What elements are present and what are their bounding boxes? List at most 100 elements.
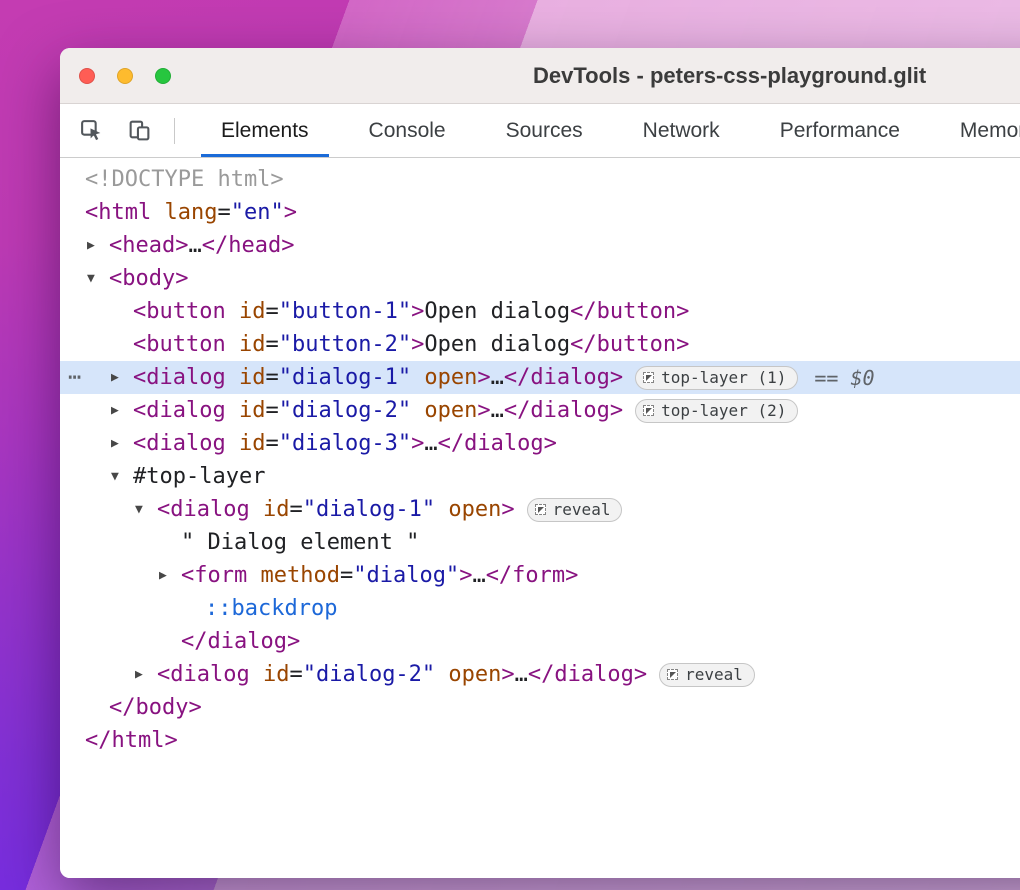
code-token <box>435 497 448 522</box>
dom-tree-row[interactable]: </html> <box>60 724 1020 757</box>
top-layer-badge[interactable]: top-layer (1) <box>635 366 798 390</box>
expanded-arrow-icon[interactable]: ▼ <box>135 502 157 517</box>
code-token: </html> <box>85 728 178 753</box>
reveal-badge[interactable]: reveal <box>527 498 623 522</box>
close-button[interactable] <box>79 68 95 84</box>
code-token: </dialog> <box>504 365 623 390</box>
dom-tree-row[interactable]: ▶<head>…</head> <box>60 229 1020 262</box>
code-token: > <box>411 299 424 324</box>
code-token: </button> <box>570 332 689 357</box>
code-token: > <box>501 662 514 687</box>
devtools-window: DevTools - peters-css-playground.glit El… <box>60 48 1020 878</box>
device-toolbar-icon <box>127 118 152 143</box>
toggle-device-toolbar-button[interactable] <box>122 114 156 148</box>
reveal-badge[interactable]: reveal <box>659 663 755 687</box>
code-token: "dialog" <box>353 563 459 588</box>
dom-tree-row[interactable]: </body> <box>60 691 1020 724</box>
zoom-button[interactable] <box>155 68 171 84</box>
code-token: <dialog <box>133 398 226 423</box>
code-token: > <box>284 200 297 225</box>
code-token: = <box>265 299 278 324</box>
dom-tree-row[interactable]: ▼#top-layer <box>60 460 1020 493</box>
code-token: = <box>217 200 230 225</box>
code-token: <button <box>133 299 226 324</box>
code-token: = <box>340 563 353 588</box>
badge-label: top-layer (2) <box>661 401 786 420</box>
code-token <box>226 365 239 390</box>
tab-performance[interactable]: Performance <box>750 104 930 157</box>
code-token: " Dialog element " <box>181 530 419 555</box>
tab-memory[interactable]: Memory <box>930 104 1020 157</box>
code-token: <head> <box>109 233 188 258</box>
code-token: open <box>424 365 477 390</box>
code-token: … <box>424 431 437 456</box>
dom-tree-row[interactable]: <button id="button-1">Open dialog</butto… <box>60 295 1020 328</box>
code-token: <html <box>85 200 151 225</box>
code-line: </dialog> <box>181 629 300 654</box>
code-token <box>250 497 263 522</box>
code-line: #top-layer <box>133 464 265 489</box>
expanded-arrow-icon[interactable]: ▼ <box>111 469 133 484</box>
code-token <box>226 332 239 357</box>
code-token: </form> <box>486 563 579 588</box>
code-token: open <box>424 398 477 423</box>
dom-tree-row[interactable]: ⋯ ▶<dialog id="dialog-1" open>…</dialog> t… <box>60 361 1020 394</box>
code-token: id <box>239 332 266 357</box>
dom-tree-row[interactable]: ▶<form method="dialog">…</form> <box>60 559 1020 592</box>
code-token: = <box>265 431 278 456</box>
dom-tree-row[interactable]: </dialog> <box>60 625 1020 658</box>
code-line: " Dialog element " <box>181 530 419 555</box>
inspect-element-button[interactable] <box>74 114 108 148</box>
collapsed-arrow-icon[interactable]: ▶ <box>111 436 133 451</box>
code-token: "en" <box>231 200 284 225</box>
code-token: </button> <box>570 299 689 324</box>
top-layer-badge[interactable]: top-layer (2) <box>635 399 798 423</box>
dom-tree-row[interactable]: ▶<dialog id="dialog-3">…</dialog> <box>60 427 1020 460</box>
window-titlebar[interactable]: DevTools - peters-css-playground.glit <box>60 48 1020 104</box>
code-token: id <box>239 365 266 390</box>
dom-tree-row[interactable]: " Dialog element " <box>60 526 1020 559</box>
code-line: <button id="button-2">Open dialog</butto… <box>133 332 689 357</box>
collapsed-arrow-icon[interactable]: ▶ <box>135 667 157 682</box>
dom-tree-row[interactable]: ▼<dialog id="dialog-1" open> reveal <box>60 493 1020 526</box>
code-token: #top-layer <box>133 464 265 489</box>
code-token: Open dialog <box>424 299 570 324</box>
dom-tree-row[interactable]: ▼<body> <box>60 262 1020 295</box>
code-token: "button-2" <box>279 332 411 357</box>
code-token <box>247 563 260 588</box>
expanded-arrow-icon[interactable]: ▼ <box>87 271 109 286</box>
code-token: id <box>239 431 266 456</box>
code-token: > <box>411 332 424 357</box>
code-token <box>250 662 263 687</box>
collapsed-arrow-icon[interactable]: ▶ <box>159 568 181 583</box>
tab-elements[interactable]: Elements <box>191 104 339 157</box>
collapsed-arrow-icon[interactable]: ▶ <box>87 238 109 253</box>
code-line: <dialog id="dialog-1" open>…</dialog> <box>133 365 623 390</box>
tab-console[interactable]: Console <box>339 104 476 157</box>
code-line: </body> <box>109 695 202 720</box>
code-token: </dialog> <box>181 629 300 654</box>
code-token <box>151 200 164 225</box>
dom-tree-row[interactable]: <button id="button-2">Open dialog</butto… <box>60 328 1020 361</box>
code-line: <button id="button-1">Open dialog</butto… <box>133 299 689 324</box>
code-token: … <box>188 233 201 258</box>
code-line: <dialog id="dialog-1" open> <box>157 497 515 522</box>
row-overflow-dots-icon[interactable]: ⋯ <box>68 365 82 390</box>
tab-sources[interactable]: Sources <box>476 104 613 157</box>
code-token: open <box>448 662 501 687</box>
collapsed-arrow-icon[interactable]: ▶ <box>111 403 133 418</box>
collapsed-arrow-icon[interactable]: ▶ <box>111 370 133 385</box>
code-token: "dialog-2" <box>279 398 411 423</box>
dom-tree-row[interactable]: ::backdrop <box>60 592 1020 625</box>
minimize-button[interactable] <box>117 68 133 84</box>
dom-tree-row[interactable]: ▶<dialog id="dialog-2" open>…</dialog>to… <box>60 394 1020 427</box>
dom-tree-row[interactable]: <!DOCTYPE html> <box>60 163 1020 196</box>
dom-tree-row[interactable]: ▶<dialog id="dialog-2" open>…</dialog>re… <box>60 658 1020 691</box>
dom-tree-row[interactable]: <html lang="en"> <box>60 196 1020 229</box>
tab-network[interactable]: Network <box>613 104 750 157</box>
code-token: method <box>260 563 339 588</box>
code-token: "dialog-2" <box>303 662 435 687</box>
code-token <box>226 431 239 456</box>
code-token: > <box>459 563 472 588</box>
code-token: "dialog-3" <box>279 431 411 456</box>
